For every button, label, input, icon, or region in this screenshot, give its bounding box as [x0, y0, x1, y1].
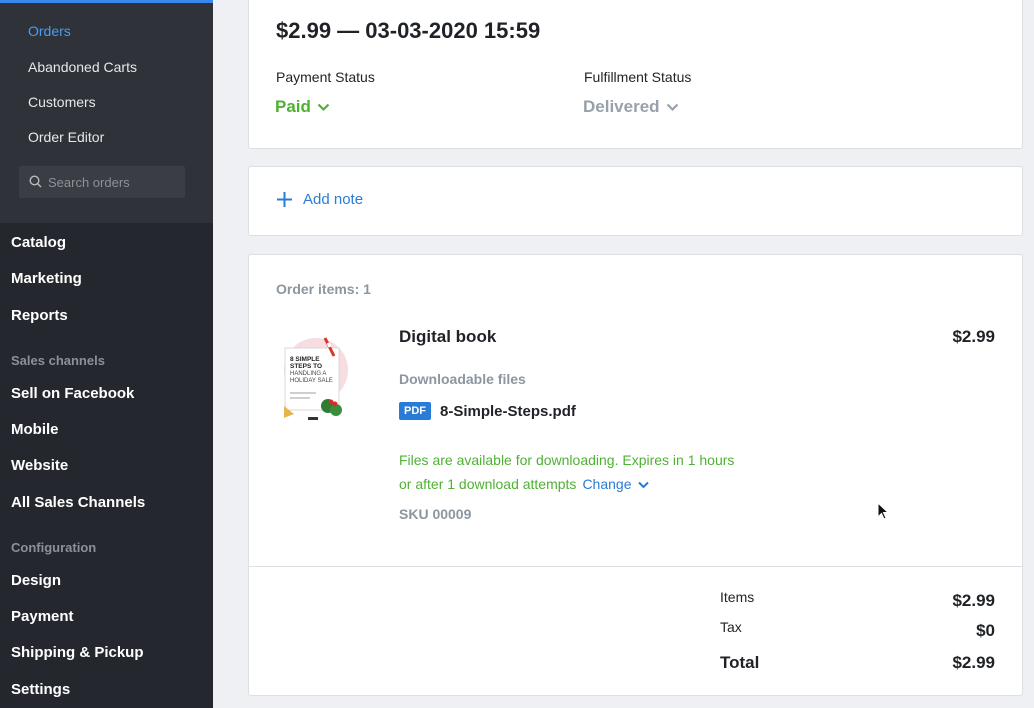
thumb-text-4: HOLIDAY SALE	[290, 378, 333, 384]
search-icon	[29, 175, 42, 188]
payment-status-label: Payment Status	[276, 69, 375, 85]
orders-submenu: Orders Abandoned Carts Customers Order E…	[0, 3, 213, 223]
sidebar-item-order-editor[interactable]: Order Editor	[28, 129, 104, 145]
pdf-badge: PDF	[399, 402, 431, 420]
product-name[interactable]: Digital book	[399, 327, 496, 347]
sidebar-item-reports[interactable]: Reports	[11, 307, 68, 324]
fulfillment-status-value: Delivered	[583, 97, 660, 116]
sidebar-item-abandoned-carts[interactable]: Abandoned Carts	[28, 59, 137, 75]
sidebar-item-customers[interactable]: Customers	[28, 94, 96, 110]
fulfillment-status-dropdown[interactable]: Delivered	[583, 97, 679, 117]
sidebar-item-mobile[interactable]: Mobile	[11, 421, 59, 438]
note-card: Add note	[248, 166, 1023, 236]
sidebar-item-sell-on-facebook[interactable]: Sell on Facebook	[11, 385, 134, 402]
order-items-header: Order items: 1	[276, 281, 371, 297]
items-subtotal-label: Items	[720, 589, 755, 605]
order-title: $2.99 — 03-03-2020 15:59	[276, 18, 541, 43]
items-subtotal-value: $2.99	[952, 591, 995, 610]
thumb-text-3: HANDLING A	[290, 371, 326, 377]
chevron-down-icon	[638, 481, 650, 489]
file-row[interactable]: PDF 8-Simple-Steps.pdf	[399, 402, 576, 420]
thumb-text-2: STEPS TO	[290, 363, 322, 370]
fulfillment-status-label: Fulfillment Status	[584, 69, 692, 85]
sidebar-item-payment[interactable]: Payment	[11, 608, 74, 625]
sidebar: Orders Abandoned Carts Customers Order E…	[0, 0, 213, 708]
change-expiry-button[interactable]: Change	[582, 476, 650, 492]
total-label: Total	[720, 653, 760, 672]
search-input[interactable]	[48, 166, 178, 198]
sidebar-item-settings[interactable]: Settings	[11, 681, 70, 698]
availability-message: Files are available for downloading. Exp…	[399, 452, 735, 492]
tax-label: Tax	[720, 619, 742, 635]
section-sales-channels: Sales channels	[11, 353, 105, 368]
divider	[249, 566, 1022, 567]
add-note-button[interactable]: Add note	[276, 191, 363, 208]
sidebar-item-design[interactable]: Design	[11, 572, 61, 589]
product-price: $2.99	[952, 327, 995, 346]
total-value: $2.99	[952, 653, 995, 672]
order-status-card: $2.99 — 03-03-2020 15:59 Payment Status …	[248, 0, 1023, 149]
product-image: 8 SIMPLE STEPS TO HANDLING A HOLIDAY SAL…	[278, 328, 348, 423]
payment-status-dropdown[interactable]: Paid	[275, 97, 330, 117]
mouse-cursor-icon	[877, 502, 890, 520]
sidebar-item-all-sales-channels[interactable]: All Sales Channels	[11, 494, 145, 511]
sidebar-item-orders[interactable]: Orders	[28, 23, 71, 39]
product-thumbnail[interactable]: 8 SIMPLE STEPS TO HANDLING A HOLIDAY SAL…	[278, 328, 348, 423]
order-items-card: Order items: 1 8 SIMPLE STEPS TO HANDLIN…	[248, 254, 1023, 696]
change-label: Change	[582, 476, 632, 492]
chevron-down-icon	[666, 103, 678, 111]
search-box	[19, 166, 185, 198]
tax-value: $0	[976, 621, 995, 640]
downloadable-files-label: Downloadable files	[399, 371, 526, 387]
add-note-label: Add note	[303, 191, 364, 208]
sidebar-item-shipping-pickup[interactable]: Shipping & Pickup	[11, 644, 144, 661]
availability-text: Files are available for downloading. Exp…	[399, 448, 739, 496]
chevron-down-icon	[317, 103, 330, 111]
payment-status-value: Paid	[275, 97, 311, 116]
sidebar-item-website[interactable]: Website	[11, 457, 68, 474]
file-name[interactable]: 8-Simple-Steps.pdf	[440, 403, 576, 420]
section-configuration: Configuration	[11, 540, 97, 555]
sidebar-item-marketing[interactable]: Marketing	[11, 270, 82, 287]
sidebar-item-catalog[interactable]: Catalog	[11, 234, 66, 251]
thumb-text-1: 8 SIMPLE	[290, 356, 320, 363]
sku: SKU 00009	[399, 506, 472, 522]
plus-icon	[277, 192, 292, 207]
